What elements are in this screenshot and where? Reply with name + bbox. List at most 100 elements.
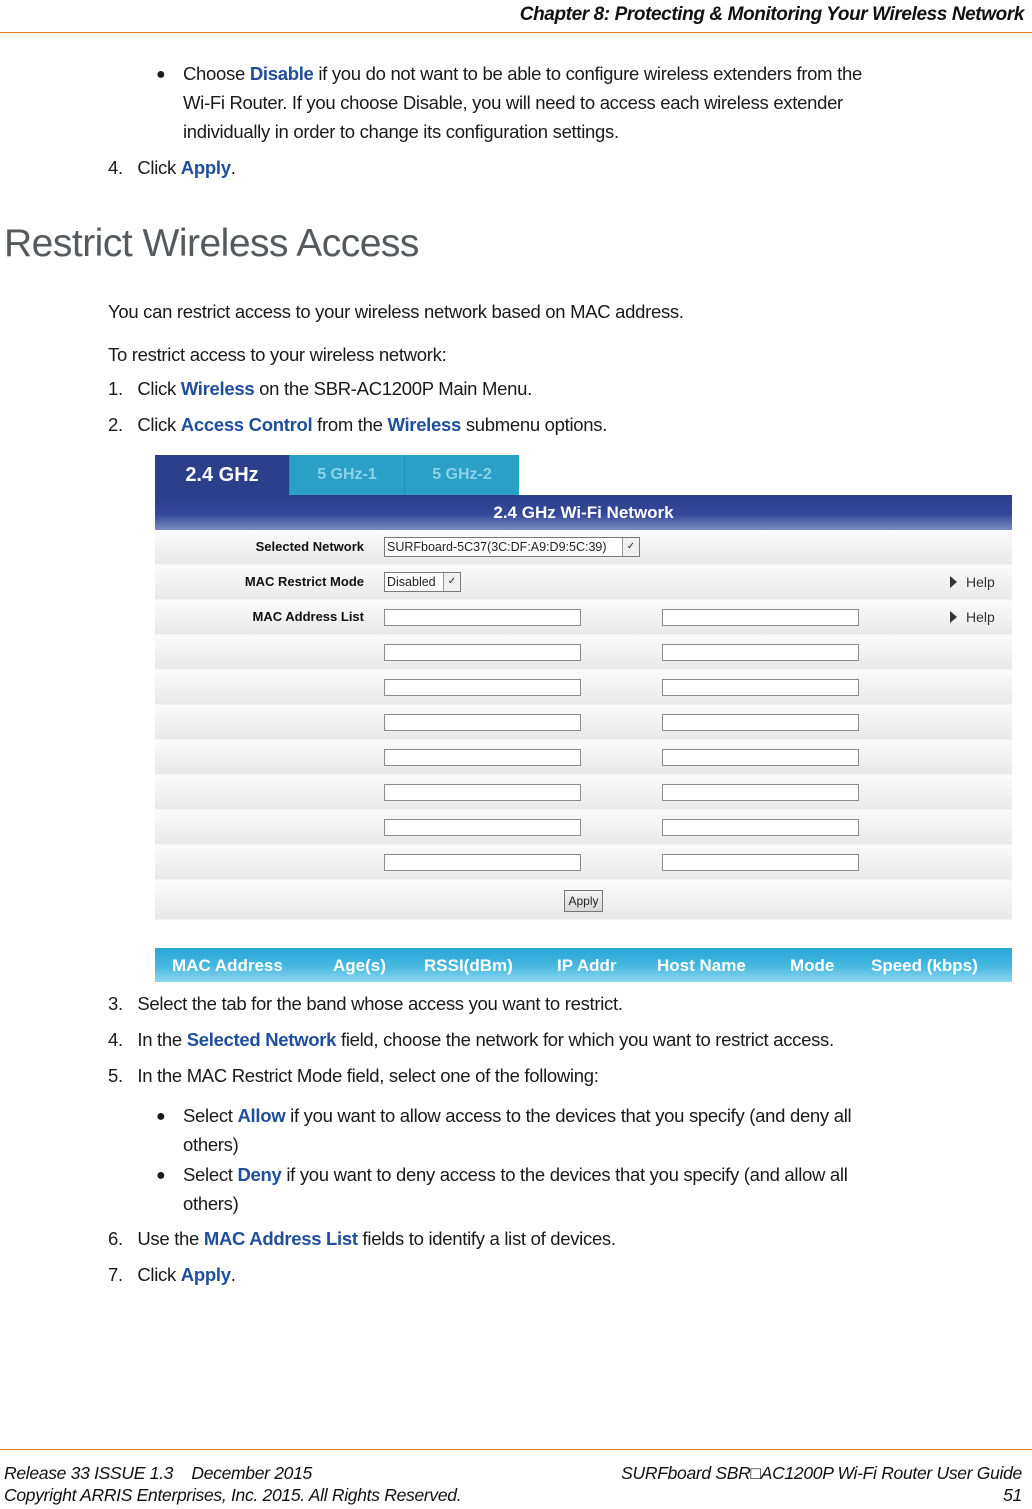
step-7: 7. Click Apply. [108,1264,236,1286]
mac-address-input[interactable] [662,854,859,871]
mac-address-input[interactable] [662,819,859,836]
mac-address-list-label: MAC Address List [252,609,364,624]
mac-address-input[interactable] [384,714,581,731]
keyword-apply: Apply [180,157,231,178]
bullet-deny-line1: Select Deny if you want to deny access t… [183,1164,848,1186]
step-2: 2. Click Access Control from the Wireles… [108,414,607,436]
text: . [230,157,236,178]
mac-address-input[interactable] [384,609,581,626]
keyword-allow: Allow [237,1105,286,1126]
selected-network-value: SURFboard-5C37(3C:DF:A9:D9:5C:39) [387,540,607,554]
keyword-wireless: Wireless [387,414,461,435]
step-number: 7. [108,1264,123,1285]
step-number: 1. [108,378,123,399]
step-3: 3. Select the tab for the band whose acc… [108,993,623,1015]
help-link-restrict-mode[interactable]: Help [950,574,995,590]
keyword-mac-address-list: MAC Address List [203,1228,358,1249]
text: Select the tab for the band whose access… [137,993,623,1014]
section-para-1: You can restrict access to your wireless… [108,301,684,322]
mac-restrict-mode-row: MAC Restrict Mode Disabled ✓ Help [155,565,1012,600]
text: if you want to deny access to the device… [281,1164,848,1185]
text: Click [137,1264,181,1285]
keyword-wireless: Wireless [180,378,255,399]
bullet-allow-line2: others) [183,1134,239,1155]
mac-address-row: MAC Address List Help [155,600,1012,635]
selected-network-select[interactable]: SURFboard-5C37(3C:DF:A9:D9:5C:39) ✓ [384,537,640,557]
text: from the [312,414,388,435]
band-tabs: 2.4 GHz 5 GHz-1 5 GHz-2 [155,455,1012,495]
keyword-apply: Apply [180,1264,231,1285]
footer-copyright: Copyright ARRIS Enterprises, Inc. 2015. … [4,1485,462,1505]
mac-address-row [155,670,1012,705]
step-6: 6. Use the MAC Address List fields to id… [108,1228,616,1250]
intro-step-4: 4. Click Apply. [108,157,236,179]
tab-5-ghz-2[interactable]: 5 GHz-2 [404,455,519,495]
play-arrow-icon [950,611,957,623]
step-1: 1. Click Wireless on the SBR-AC1200P Mai… [108,378,532,400]
text: field, choose the network for which you … [336,1029,834,1050]
step-number: 4. [108,157,123,178]
mac-address-input[interactable] [662,749,859,766]
keyword-selected-network: Selected Network [186,1029,337,1050]
mac-address-input[interactable] [662,784,859,801]
bullet-disable-line2: Wi-Fi Router. If you choose Disable, you… [183,92,843,113]
help-label: Help [966,574,995,590]
footer-guide-title: SURFboard SBR□AC1200P Wi-Fi Router User … [621,1463,1022,1483]
bullet-deny-line2: others) [183,1193,239,1214]
apply-button[interactable]: Apply [564,890,603,912]
mac-address-input[interactable] [662,679,859,696]
help-link-mac-list[interactable]: Help [950,609,995,625]
chevron-down-icon: ✓ [622,538,639,556]
mac-restrict-mode-value: Disabled [387,575,436,589]
keyword-disable: Disable [249,63,314,84]
column-header-ip-addr: IP Addr [557,956,617,975]
mac-address-row [155,810,1012,845]
footer-divider [0,1449,1032,1450]
text: Select [183,1105,238,1126]
bullet-icon: ● [156,1167,166,1184]
mac-restrict-mode-label: MAC Restrict Mode [244,574,364,589]
chevron-down-icon: ✓ [443,573,460,591]
mac-address-input[interactable] [662,714,859,731]
mac-address-input[interactable] [384,819,581,836]
column-header-speed: Speed (kbps) [871,956,978,975]
header-divider [0,32,1032,33]
mac-address-input[interactable] [384,644,581,661]
mac-address-input[interactable] [662,644,859,661]
step-number: 6. [108,1228,123,1249]
bullet-allow-line1: Select Allow if you want to allow access… [183,1105,852,1127]
help-label: Help [966,609,995,625]
mac-address-input[interactable] [384,854,581,871]
column-header-age: Age(s) [333,956,386,975]
play-arrow-icon [950,576,957,588]
client-table-header: MAC Address Age(s) RSSI(dBm) IP Addr Hos… [155,948,1012,982]
column-header-host-name: Host Name [657,956,746,975]
section-title: Restrict Wireless Access [4,222,419,265]
tab-5-ghz-1[interactable]: 5 GHz-1 [289,455,404,495]
text: . [230,1264,236,1285]
tab-2-4-ghz[interactable]: 2.4 GHz [155,455,289,495]
mac-address-input[interactable] [662,609,859,626]
text: Click [137,157,181,178]
keyword-access-control: Access Control [180,414,313,435]
selected-network-row: Selected Network SURFboard-5C37(3C:DF:A9… [155,530,1012,565]
mac-address-input[interactable] [384,749,581,766]
text: Click [137,414,181,435]
mac-address-row [155,740,1012,775]
mac-restrict-mode-select[interactable]: Disabled ✓ [384,572,461,592]
bullet-disable-line1: Choose Disable if you do not want to be … [183,63,862,85]
text: on the SBR-AC1200P Main Menu. [254,378,532,399]
text: In the [137,1029,187,1050]
column-header-rssi: RSSI(dBm) [424,956,513,975]
text: Choose [183,63,250,84]
router-access-control-screenshot: 2.4 GHz 5 GHz-1 5 GHz-2 2.4 GHz Wi-Fi Ne… [155,455,1012,920]
column-header-mac-address: MAC Address [172,956,283,975]
mac-address-input[interactable] [384,784,581,801]
footer-release: Release 33 ISSUE 1.3 December 2015 [4,1463,312,1483]
step-4: 4. In the Selected Network field, choose… [108,1029,834,1051]
column-header-mode: Mode [790,956,835,975]
mac-address-input[interactable] [384,679,581,696]
panel-title: 2.4 GHz Wi-Fi Network [155,495,1012,530]
text: In the MAC Restrict Mode field, select o… [137,1065,599,1086]
bullet-icon: ● [156,1108,166,1125]
